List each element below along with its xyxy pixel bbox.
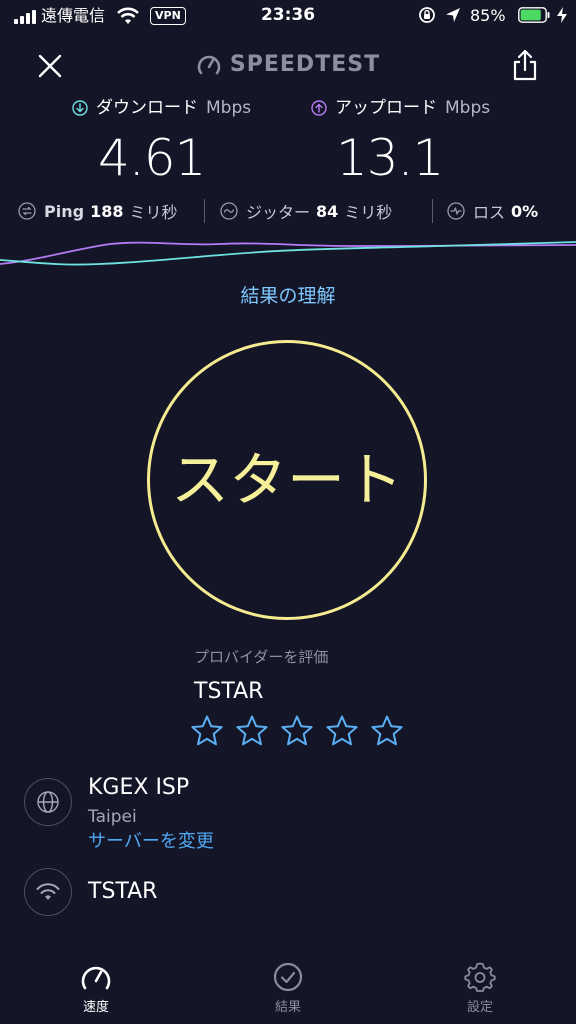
speedometer-icon	[81, 966, 111, 990]
nav-speed[interactable]: 速度	[46, 962, 146, 1018]
brand-name: SPEEDTEST	[229, 52, 381, 77]
nav-results[interactable]: 結果	[238, 962, 338, 1018]
start-label: スタート	[170, 446, 403, 514]
stat-divider	[204, 199, 205, 223]
ping-label: Ping	[44, 201, 85, 221]
ping-icon	[18, 202, 36, 220]
star-icon[interactable]	[370, 714, 404, 748]
download-label-text: ダウンロード	[96, 98, 198, 118]
bottom-nav: 速度 結果 設定	[0, 950, 576, 1024]
change-server-link[interactable]: サーバーを変更	[88, 830, 214, 854]
download-value: 4.61	[98, 129, 206, 187]
upload-unit: Mbps	[445, 98, 491, 118]
nav-settings-label: 設定	[466, 1000, 493, 1015]
star-icon[interactable]	[280, 714, 314, 748]
brand: SPEEDTEST	[0, 50, 576, 80]
rating-stars	[190, 714, 410, 754]
loss-value: 0%	[511, 201, 539, 221]
rate-provider-label: プロバイダーを評価	[194, 648, 329, 666]
arrow-down-circle-icon	[72, 100, 88, 116]
upload-label-text: アップロード	[335, 98, 437, 118]
status-bar: 遠傳電信 VPN 23:36 85%	[0, 0, 576, 34]
nav-settings[interactable]: 設定	[430, 962, 530, 1018]
server-city: Taipei	[88, 807, 137, 827]
jitter-unit: ミリ秒	[344, 203, 393, 222]
loss-stat: ロス 0%	[447, 196, 538, 226]
ping-unit: ミリ秒	[129, 203, 178, 222]
isp-name: TSTAR	[88, 879, 158, 904]
server-icon-circle	[24, 778, 72, 826]
download-unit: Mbps	[206, 98, 252, 118]
nav-results-label: 結果	[274, 1000, 301, 1015]
jitter-icon	[220, 202, 238, 220]
ping-value: 188	[90, 201, 124, 221]
isp-icon-circle	[24, 868, 72, 916]
jitter-label: ジッター	[246, 203, 311, 222]
share-icon[interactable]	[510, 48, 540, 82]
upload-value: 13.1	[336, 129, 444, 187]
check-circle-icon	[273, 962, 303, 992]
provider-name: TSTAR	[194, 679, 264, 704]
nav-speed-label: 速度	[82, 1000, 109, 1015]
star-icon[interactable]	[325, 714, 359, 748]
speedometer-icon	[197, 55, 221, 75]
rotation-lock-icon	[419, 7, 435, 23]
speed-graph	[0, 241, 576, 266]
stats-row: Ping 188 ミリ秒 ジッター 84 ミリ秒 ロス 0%	[0, 196, 576, 226]
location-icon	[446, 8, 460, 22]
upload-label: アップロード Mbps	[311, 96, 490, 120]
jitter-stat: ジッター 84 ミリ秒	[220, 196, 392, 226]
star-icon[interactable]	[235, 714, 269, 748]
download-label: ダウンロード Mbps	[72, 96, 251, 120]
star-icon[interactable]	[190, 714, 224, 748]
battery-percent: 85%	[470, 6, 506, 25]
gear-icon	[464, 962, 496, 992]
battery-icon	[518, 7, 550, 23]
stat-divider	[432, 199, 433, 223]
start-button[interactable]: スタート	[147, 340, 427, 620]
charging-icon	[557, 7, 567, 23]
loss-icon	[447, 202, 465, 220]
understand-results-link[interactable]: 結果の理解	[0, 282, 576, 310]
wifi-icon	[36, 883, 60, 900]
upload-graph-line	[0, 241, 576, 265]
jitter-value: 84	[316, 201, 339, 221]
loss-label: ロス	[473, 203, 506, 222]
server-name: KGEX ISP	[88, 775, 190, 800]
arrow-up-circle-icon	[311, 100, 327, 116]
ping-stat: Ping 188 ミリ秒	[18, 196, 177, 226]
globe-icon	[37, 791, 59, 813]
